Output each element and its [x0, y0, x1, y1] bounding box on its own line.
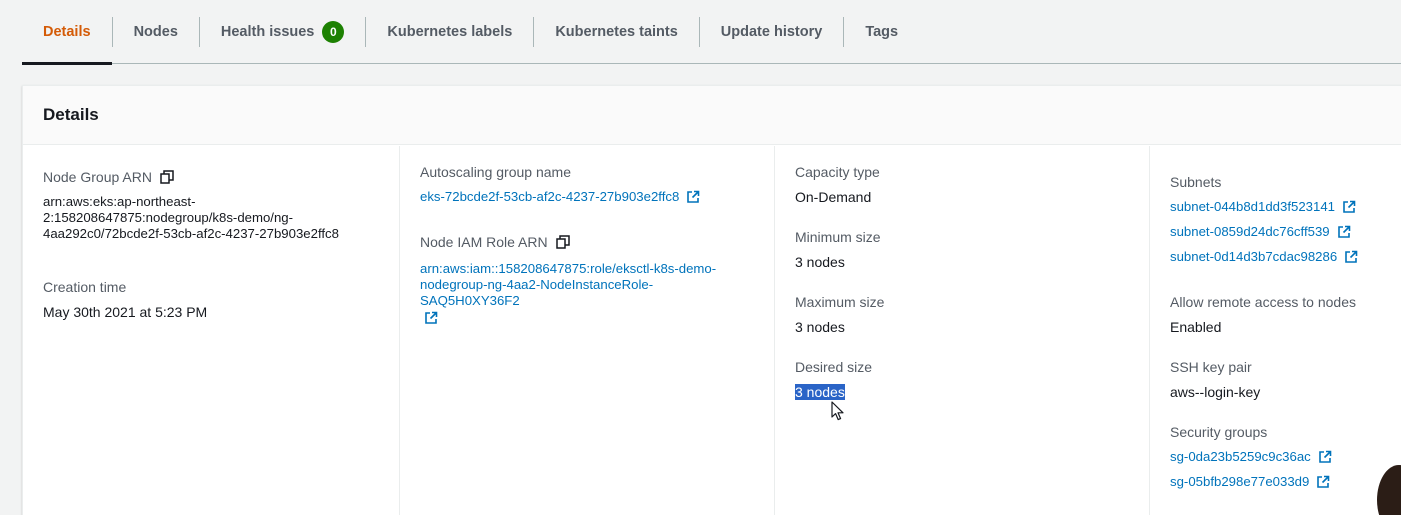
external-link-icon [1337, 225, 1350, 238]
ssh-key-pair-label: SSH key pair [1170, 359, 1252, 375]
node-iam-role-link[interactable]: arn:aws:iam::158208647875:role/eksctl-k8… [420, 261, 716, 330]
subnet-link[interactable]: subnet-044b8d1dd3f523141 [1170, 198, 1358, 216]
minimum-size-label: Minimum size [795, 229, 881, 245]
external-link-icon [1318, 450, 1332, 463]
copy-icon[interactable] [160, 170, 174, 184]
security-groups-field: Security groups sg-0da23b5259c9c36ac sg-… [1170, 423, 1332, 491]
tab-health-issues[interactable]: Health issues 0 [200, 0, 366, 64]
tab-update-history[interactable]: Update history [700, 0, 844, 64]
panel-title: Details [43, 105, 99, 124]
details-panel: Details Node Group ARN arn:aws:eks:ap-no… [22, 85, 1401, 515]
minimum-size-field: Minimum size 3 nodes [795, 228, 881, 271]
tab-kubernetes-labels[interactable]: Kubernetes labels [366, 0, 533, 64]
desired-size-field: Desired size 3 nodes [795, 358, 872, 401]
subnet-link[interactable]: subnet-0859d24dc76cff539 [1170, 223, 1358, 241]
details-column-2: Autoscaling group name eks-72bcde2f-53cb… [399, 146, 775, 515]
security-group-link[interactable]: sg-0da23b5259c9c36ac [1170, 448, 1332, 466]
node-group-arn-value: arn:aws:eks:ap-northeast- 2:158208647875… [43, 194, 339, 241]
tab-label: Kubernetes labels [387, 23, 513, 40]
desired-size-value[interactable]: 3 nodes [795, 384, 845, 400]
details-column-1: Node Group ARN arn:aws:eks:ap-northeast-… [23, 146, 399, 515]
capacity-type-field: Capacity type On-Demand [795, 163, 880, 206]
creation-time-field: Creation time May 30th 2021 at 5:23 PM [43, 278, 207, 321]
remote-access-label: Allow remote access to nodes [1170, 294, 1356, 310]
details-column-4: Subnets subnet-044b8d1dd3f523141 subnet-… [1149, 146, 1401, 515]
node-group-arn-field: Node Group ARN arn:aws:eks:ap-northeast-… [43, 168, 339, 242]
security-groups-label: Security groups [1170, 424, 1268, 440]
external-link-icon [1345, 250, 1358, 263]
external-link-icon [425, 311, 438, 324]
tab-details[interactable]: Details [22, 0, 112, 65]
tab-bar: Details Nodes Health issues 0 Kubernetes… [22, 0, 1401, 65]
tab-label: Kubernetes taints [555, 23, 678, 40]
node-iam-role-label: Node IAM Role ARN [420, 234, 548, 250]
external-link-icon [1317, 475, 1330, 488]
details-column-3: Capacity type On-Demand Minimum size 3 n… [774, 146, 1150, 515]
remote-access-field: Allow remote access to nodes Enabled [1170, 293, 1356, 336]
creation-time-value: May 30th 2021 at 5:23 PM [43, 304, 208, 320]
maximum-size-field: Maximum size 3 nodes [795, 293, 884, 336]
ssh-key-pair-value: aws--login-key [1170, 384, 1261, 400]
autoscaling-group-field: Autoscaling group name eks-72bcde2f-53cb… [420, 163, 700, 206]
tab-kubernetes-taints[interactable]: Kubernetes taints [534, 0, 698, 64]
copy-icon[interactable] [555, 235, 570, 249]
tab-label: Details [43, 23, 91, 40]
remote-access-value: Enabled [1170, 319, 1222, 335]
minimum-size-value: 3 nodes [795, 254, 845, 270]
autoscaling-group-link[interactable]: eks-72bcde2f-53cb-af2c-4237-27b903e2ffc8 [420, 188, 700, 206]
subnets-label: Subnets [1170, 174, 1222, 190]
external-link-icon [687, 190, 700, 203]
tab-nodes[interactable]: Nodes [113, 0, 199, 64]
external-link-icon [1343, 200, 1356, 213]
mouse-pointer-icon [831, 401, 844, 421]
health-issues-count-badge: 0 [322, 20, 345, 43]
tab-label: Tags [865, 23, 899, 40]
maximum-size-label: Maximum size [795, 294, 885, 310]
capacity-type-label: Capacity type [795, 164, 880, 180]
tab-label: Update history [720, 23, 823, 40]
tab-tags[interactable]: Tags [844, 0, 919, 64]
capacity-type-value: On-Demand [795, 189, 872, 205]
tab-label: Nodes [133, 23, 178, 40]
subnet-link[interactable]: subnet-0d14d3b7cdac98286 [1170, 248, 1358, 266]
tab-label: Health issues [220, 23, 315, 40]
maximum-size-value: 3 nodes [795, 319, 845, 335]
subnets-field: Subnets subnet-044b8d1dd3f523141 subnet-… [1170, 173, 1358, 266]
node-iam-role-field: Node IAM Role ARN arn:aws:iam::158208647… [420, 233, 716, 330]
creation-time-label: Creation time [43, 279, 127, 295]
node-group-arn-label: Node Group ARN [43, 169, 152, 185]
panel-header: Details [23, 86, 1401, 145]
autoscaling-group-label: Autoscaling group name [420, 164, 571, 180]
security-group-link[interactable]: sg-05bfb298e77e033d9 [1170, 473, 1332, 491]
ssh-key-pair-field: SSH key pair aws--login-key [1170, 358, 1260, 401]
desired-size-label: Desired size [795, 359, 873, 375]
